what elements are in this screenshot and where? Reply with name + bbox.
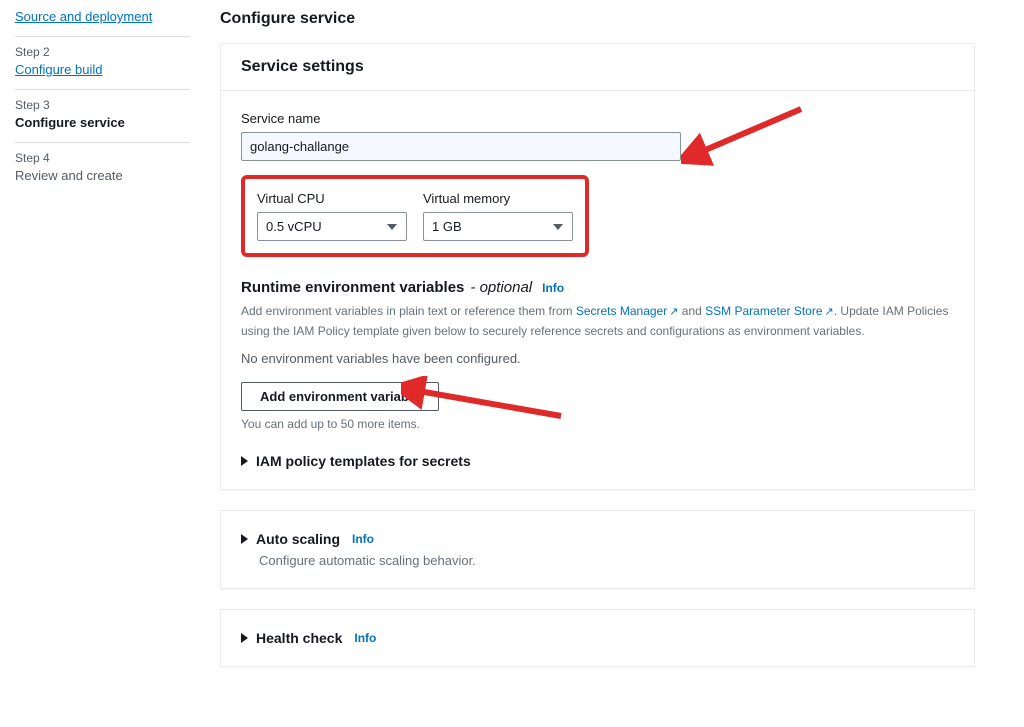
vmem-select[interactable]: 1 GB [423, 212, 573, 241]
info-link[interactable]: Info [352, 532, 374, 546]
health-check-panel: Health check Info [220, 609, 975, 667]
caret-right-icon [241, 633, 248, 643]
step-1: Source and deployment [15, 0, 190, 37]
auto-scaling-expander[interactable]: Auto scaling Info [241, 531, 954, 547]
step-2: Step 2 Configure build [15, 37, 190, 90]
caret-right-icon [241, 456, 248, 466]
annotation-arrow-1 [681, 99, 811, 169]
service-settings-panel: Service settings Service name Virtual CP… [220, 43, 975, 490]
step-3: Step 3 Configure service [15, 90, 190, 143]
step-num: Step 2 [15, 45, 190, 59]
panel-header: Service settings [221, 44, 974, 91]
step-4: Step 4 Review and create [15, 143, 190, 195]
health-check-expander[interactable]: Health check Info [241, 630, 954, 646]
info-link[interactable]: Info [354, 631, 376, 645]
step-configure-service-current: Configure service [15, 115, 125, 130]
service-name-label: Service name [241, 111, 954, 126]
step-review-create: Review and create [15, 168, 123, 183]
wizard-steps-sidebar: Source and deployment Step 2 Configure b… [0, 0, 205, 727]
cpu-memory-group: Virtual CPU 0.5 vCPU Virtual memory 1 GB [241, 175, 589, 257]
env-vars-empty: No environment variables have been confi… [241, 351, 954, 366]
auto-scaling-sub: Configure automatic scaling behavior. [259, 553, 954, 568]
vmem-label: Virtual memory [423, 191, 573, 206]
env-var-limit-note: You can add up to 50 more items. [241, 417, 954, 431]
page-title: Configure service [220, 10, 975, 28]
step-num: Step 3 [15, 98, 190, 112]
info-link[interactable]: Info [542, 281, 564, 295]
add-env-var-button[interactable]: Add environment variable [241, 382, 439, 411]
vcpu-label: Virtual CPU [257, 191, 407, 206]
optional-label: - optional [470, 279, 532, 296]
env-vars-help: Add environment variables in plain text … [241, 302, 954, 341]
main-content: Configure service Service settings Servi… [205, 0, 995, 727]
auto-scaling-label: Auto scaling [256, 531, 340, 547]
caret-right-icon [241, 534, 248, 544]
secrets-manager-link[interactable]: Secrets Manager [576, 304, 667, 318]
service-name-input[interactable] [241, 132, 681, 161]
env-vars-title: Runtime environment variables [241, 279, 464, 296]
ssm-parameter-store-link[interactable]: SSM Parameter Store [705, 304, 822, 318]
step-configure-build-link[interactable]: Configure build [15, 62, 102, 77]
vcpu-select[interactable]: 0.5 vCPU [257, 212, 407, 241]
step-num: Step 4 [15, 151, 190, 165]
external-link-icon: ↗ [825, 304, 834, 322]
env-vars-heading: Runtime environment variables - optional… [241, 279, 954, 296]
auto-scaling-panel: Auto scaling Info Configure automatic sc… [220, 510, 975, 589]
iam-templates-expander[interactable]: IAM policy templates for secrets [241, 453, 954, 469]
iam-templates-label: IAM policy templates for secrets [256, 453, 471, 469]
step-source-deployment-link[interactable]: Source and deployment [15, 9, 152, 24]
health-check-label: Health check [256, 630, 342, 646]
